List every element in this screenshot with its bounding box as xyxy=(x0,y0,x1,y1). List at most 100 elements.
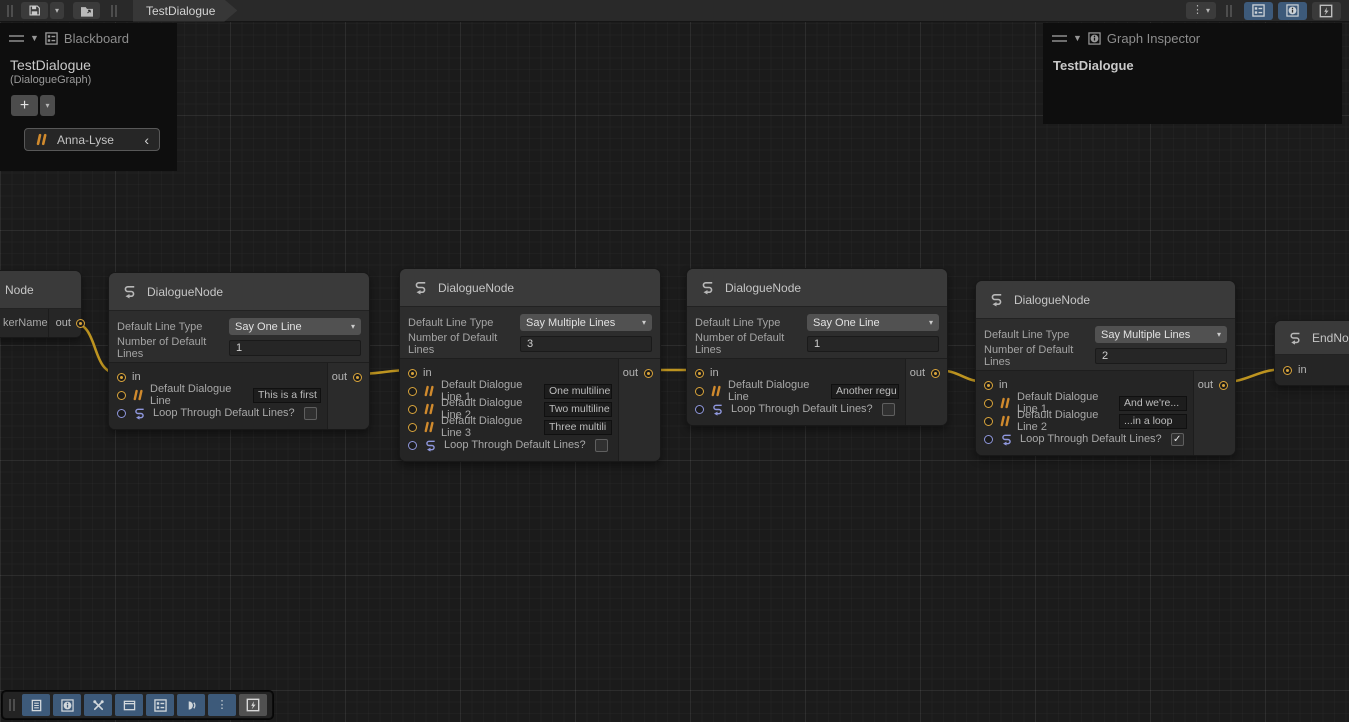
save-options-button[interactable]: ▾ xyxy=(50,2,64,19)
node-title-bar[interactable]: DialogueNode xyxy=(976,281,1235,319)
field-expander-icon[interactable]: ‹ xyxy=(144,133,149,147)
loop-port[interactable] xyxy=(117,409,126,418)
dropdown-caret-icon: ▾ xyxy=(351,323,355,331)
line-type-dropdown[interactable]: Say One Line ▾ xyxy=(807,314,939,331)
node-title: DialogueNode xyxy=(1014,293,1090,307)
collapse-icon[interactable]: ▼ xyxy=(1073,34,1082,43)
graph-inspector-header[interactable]: ▼ Graph Inspector xyxy=(1043,23,1342,50)
blackboard-button[interactable] xyxy=(146,694,174,716)
dialogue-line-field[interactable]: This is a first xyxy=(253,388,321,403)
tab-testdialogue[interactable]: TestDialogue xyxy=(133,0,237,22)
dialogue-line-field[interactable]: One multiline xyxy=(544,384,612,399)
line-port[interactable] xyxy=(408,387,417,396)
in-label: in xyxy=(710,367,719,379)
preview-button[interactable] xyxy=(239,694,267,716)
node-start-partial[interactable]: Node kerName out xyxy=(0,270,82,338)
line-port[interactable] xyxy=(117,391,126,400)
open-asset-button[interactable] xyxy=(73,2,100,19)
line-type-dropdown[interactable]: Say Multiple Lines ▾ xyxy=(1095,326,1227,343)
in-port[interactable] xyxy=(1283,366,1292,375)
line-type-dropdown[interactable]: Say Multiple Lines ▾ xyxy=(520,314,652,331)
in-port[interactable] xyxy=(408,369,417,378)
dialogue-line-field[interactable]: And we're... xyxy=(1119,396,1187,411)
toggle-inspector-button[interactable] xyxy=(1278,2,1307,20)
line-port[interactable] xyxy=(984,417,993,426)
console-button[interactable] xyxy=(22,694,50,716)
node-title-bar[interactable]: DialogueNode xyxy=(400,269,660,307)
property-label: Number of Default Lines xyxy=(408,332,520,356)
window-button[interactable] xyxy=(115,694,143,716)
in-label: in xyxy=(132,371,141,383)
save-button[interactable] xyxy=(21,2,48,19)
node-properties: Default Line Type Say One Line ▾ Number … xyxy=(687,307,947,359)
node-ports: in Default Dialogue Line This is a first… xyxy=(109,363,369,429)
in-port[interactable] xyxy=(117,373,126,382)
dialogue-quote-icon xyxy=(35,133,48,146)
loop-port[interactable] xyxy=(408,441,417,450)
node-title-bar[interactable]: DialogueNode xyxy=(109,273,369,311)
in-label: in xyxy=(999,379,1008,391)
dialogue-line-field[interactable]: Another regu xyxy=(831,384,899,399)
toolbar-drag-handle[interactable] xyxy=(9,699,15,711)
minimap-button[interactable] xyxy=(177,694,205,716)
toggle-preview-button[interactable] xyxy=(1312,2,1341,20)
num-lines-field[interactable]: 1 xyxy=(807,336,939,352)
num-lines-field[interactable]: 3 xyxy=(520,336,652,352)
node-title-bar[interactable]: DialogueNode xyxy=(687,269,947,307)
line-port[interactable] xyxy=(408,423,417,432)
node-dialogue-4[interactable]: DialogueNode Default Line Type Say Multi… xyxy=(975,280,1236,456)
loop-checkbox[interactable] xyxy=(595,439,608,452)
node-end[interactable]: EndNode in xyxy=(1274,320,1349,386)
graph-editor-canvas[interactable]: { "glyphs": { "collapse": "▼", "caret": … xyxy=(0,0,1349,722)
out-port[interactable] xyxy=(1219,381,1228,390)
dialogue-line-field[interactable]: Three multili xyxy=(544,420,612,435)
inspector-button[interactable] xyxy=(53,694,81,716)
collapse-icon[interactable]: ▼ xyxy=(30,34,39,43)
num-lines-field[interactable]: 1 xyxy=(229,340,361,356)
line-port[interactable] xyxy=(408,405,417,414)
node-title-bar[interactable]: Node xyxy=(0,271,81,309)
caret-down-icon: ▾ xyxy=(45,102,49,110)
port-label: Loop Through Default Lines? xyxy=(153,407,295,419)
out-port[interactable] xyxy=(931,369,940,378)
loop-checkbox[interactable] xyxy=(304,407,317,420)
minimap-icon xyxy=(185,699,198,712)
add-property-options-button[interactable]: ▾ xyxy=(40,95,55,116)
blackboard-header[interactable]: ▼ Blackboard xyxy=(0,23,177,50)
tools-button[interactable] xyxy=(84,694,112,716)
dialogue-line-field[interactable]: ...in a loop xyxy=(1119,414,1187,429)
out-port[interactable] xyxy=(76,319,85,328)
toggle-blackboard-button[interactable] xyxy=(1244,2,1273,20)
node-dialogue-1[interactable]: DialogueNode Default Line Type Say One L… xyxy=(108,272,370,430)
property-row: Number of Default Lines 2 xyxy=(984,347,1227,364)
loop-port[interactable] xyxy=(984,435,993,444)
dialogue-line-field[interactable]: Two multiline xyxy=(544,402,612,417)
more-icon: ⋮ xyxy=(217,700,228,711)
loop-port[interactable] xyxy=(695,405,704,414)
node-dialogue-2[interactable]: DialogueNode Default Line Type Say Multi… xyxy=(399,268,661,462)
num-lines-field[interactable]: 2 xyxy=(1095,348,1227,364)
out-port-row: out xyxy=(623,364,653,382)
port-label: Loop Through Default Lines? xyxy=(731,403,873,415)
loop-port-row: Loop Through Default Lines? ✓ xyxy=(984,430,1193,448)
in-port[interactable] xyxy=(984,381,993,390)
line-port[interactable] xyxy=(695,387,704,396)
loop-checkbox[interactable]: ✓ xyxy=(1171,433,1184,446)
line-port[interactable] xyxy=(984,399,993,408)
drag-handle-icon[interactable] xyxy=(1052,35,1067,42)
blackboard-field-anna-lyse[interactable]: Anna-Lyse ‹ xyxy=(24,128,160,151)
add-property-button[interactable]: + xyxy=(11,95,38,116)
node-title-bar[interactable]: EndNode xyxy=(1275,321,1349,355)
dialogue-quote-icon xyxy=(423,421,435,433)
toolbar-drag-handle[interactable] xyxy=(7,5,13,17)
toolbar-right-group: ⋮ ▾ xyxy=(1185,2,1343,20)
node-dialogue-3[interactable]: DialogueNode Default Line Type Say One L… xyxy=(686,268,948,426)
out-port[interactable] xyxy=(353,373,362,382)
line-type-dropdown[interactable]: Say One Line ▾ xyxy=(229,318,361,335)
drag-handle-icon[interactable] xyxy=(9,35,24,42)
out-port[interactable] xyxy=(644,369,653,378)
more-button[interactable]: ⋮ xyxy=(208,694,236,716)
more-options-button[interactable]: ⋮ ▾ xyxy=(1186,2,1216,19)
in-port[interactable] xyxy=(695,369,704,378)
loop-checkbox[interactable] xyxy=(882,403,895,416)
